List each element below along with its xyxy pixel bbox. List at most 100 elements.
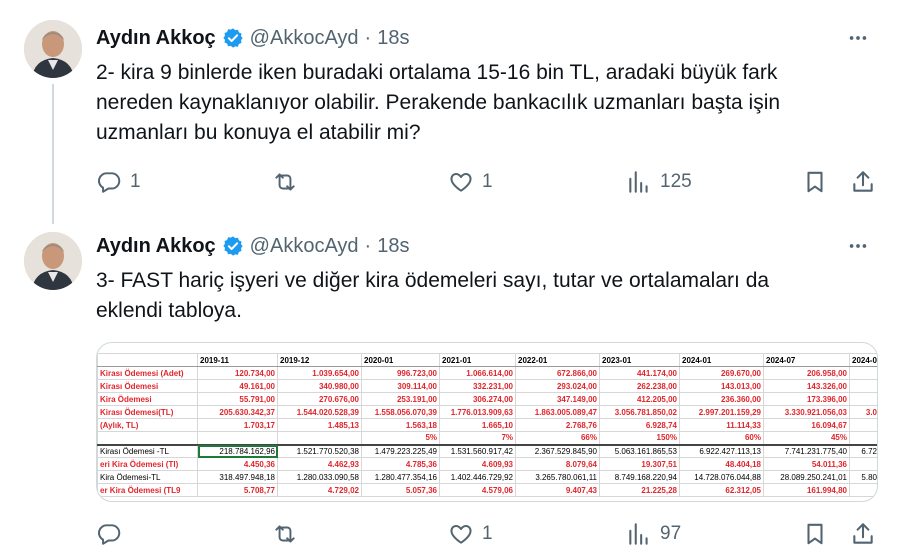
spreadsheet-cell: 4.785,36 (361, 457, 440, 471)
view-count: 125 (660, 171, 692, 192)
spreadsheet-cell: 262.238,00 (599, 379, 680, 393)
spreadsheet-cell: 1.703,17 (197, 418, 278, 432)
views-icon (629, 171, 648, 193)
share-icon (853, 171, 873, 192)
separator-dot: · (364, 26, 372, 49)
spreadsheet-header-cell: 2021-01 (439, 353, 516, 367)
spreadsheet-row-label: Kirası Ödemesi -TL (97, 444, 198, 458)
spreadsheet-cell: 318.497.948,18 (197, 470, 278, 484)
tweet[interactable]: Aydın Akkoç @AkkocAyd · 18s 3- FAST hari… (0, 222, 906, 558)
spreadsheet-cell: 5.057,36 (361, 483, 440, 497)
spreadsheet-cell: 1.776.013.909,63 (439, 405, 516, 419)
tweet[interactable]: Aydın Akkoç @AkkocAyd · 18s 2- kira 9 bi… (0, 0, 906, 224)
spreadsheet-cell: 120.734,00 (197, 366, 278, 380)
spreadsheet-cell: 28.089.250.241,01 (763, 470, 850, 484)
spreadsheet-cell: 7% (439, 431, 516, 446)
spreadsheet-cell: 9.407,43 (515, 483, 600, 497)
spreadsheet-cell: 49.161,00 (197, 379, 278, 393)
heart-icon (450, 173, 472, 192)
spreadsheet-cell: 3.0 (849, 405, 877, 419)
spreadsheet-row: (Aylık, TL) 1.703,17 1.485,13 1.563,18 1.665… (97, 418, 877, 432)
spreadsheet-row: Kirası Ödemesi 49.161,00 340.980,00 309.114… (97, 379, 877, 393)
spreadsheet-cell: 1.039.654,00 (277, 366, 362, 380)
spreadsheet-cell: 205.630.342,37 (197, 405, 278, 419)
spreadsheet-cell: 48.404,18 (679, 457, 764, 471)
bookmark-button[interactable] (802, 520, 828, 548)
more-icon[interactable] (846, 234, 870, 258)
tweet-header: Aydın Akkoç @AkkocAyd · 18s (96, 24, 409, 52)
repost-button[interactable] (272, 520, 306, 548)
spreadsheet-cell: 441.174,00 (599, 366, 680, 380)
spreadsheet-row: Kirası Ödemesi -TL 218.784.162,96 1.521.77… (97, 444, 877, 458)
spreadsheet-row-label: eri Kira Ödemesi (Tl) (97, 457, 198, 471)
spreadsheet-cell (197, 431, 278, 446)
spreadsheet-cell: 309.114,00 (361, 379, 440, 393)
spreadsheet-cell: 1.521.770.520,38 (277, 444, 362, 458)
spreadsheet-header-cell: 2019-12 (277, 353, 362, 367)
spreadsheet-row-label: er Kira Ödemesi (TL9 (97, 483, 198, 497)
author-handle[interactable]: @AkkocAyd (250, 27, 359, 50)
reply-button[interactable]: 1 (96, 168, 141, 196)
spreadsheet-row-label: (Aylık, TL) (97, 418, 198, 432)
share-button[interactable] (850, 168, 876, 196)
author-name[interactable]: Aydın Akkoç (96, 235, 216, 258)
author-avatar[interactable] (24, 20, 82, 78)
views-button[interactable]: 125 (626, 168, 692, 196)
like-button[interactable]: 1 (448, 168, 493, 196)
avatar-photo (24, 232, 82, 290)
author-avatar[interactable] (24, 232, 82, 290)
bookmark-icon (807, 171, 823, 193)
spreadsheet-cell: 16.094,67 (763, 418, 850, 432)
spreadsheet-cell: 1.544.020.528,39 (277, 405, 362, 419)
spreadsheet-row-label: Kira Ödemesi-TL (97, 470, 198, 484)
views-button[interactable]: 97 (626, 520, 681, 548)
spreadsheet-row: Kirası Ödemesi(TL) 205.630.342,37 1.544.02… (97, 405, 877, 419)
more-icon[interactable] (846, 26, 870, 50)
spreadsheet-cell: 5.708,77 (197, 483, 278, 497)
spreadsheet-cell: 293.024,00 (515, 379, 600, 393)
repost-button[interactable] (272, 168, 306, 196)
spreadsheet-cell: 306.274,00 (439, 392, 516, 406)
like-button[interactable]: 1 (448, 520, 493, 548)
spreadsheet-cell: 143.013,00 (679, 379, 764, 393)
heart-icon (450, 525, 472, 544)
spreadsheet-cell: 1.531.560.917,42 (439, 444, 516, 458)
spreadsheet-cell (849, 431, 877, 446)
spreadsheet-row: Kira Ödemesi-TL 318.497.948,18 1.280.033.0… (97, 470, 877, 484)
like-count: 1 (482, 171, 493, 192)
spreadsheet-row-label: Kirası Ödemesi (97, 379, 198, 393)
tweet-header: Aydın Akkoç @AkkocAyd · 18s (96, 232, 409, 260)
reply-button[interactable] (96, 520, 130, 548)
spreadsheet-cell (849, 483, 877, 497)
spreadsheet-cell: 3.056.781.850,02 (599, 405, 680, 419)
spreadsheet-cell: 8.749.168.220,94 (599, 470, 680, 484)
spreadsheet-cell: 3.330.921.056,03 (763, 405, 850, 419)
spreadsheet-cell (849, 392, 877, 406)
tweet-text: 2- kira 9 binlerde iken buradaki ortalam… (96, 61, 781, 144)
timestamp[interactable]: 18s (377, 27, 409, 50)
spreadsheet-cell: 1.402.446.729,92 (439, 470, 516, 484)
spreadsheet-cell (849, 418, 877, 432)
spreadsheet-cell: 269.670,00 (679, 366, 764, 380)
timestamp[interactable]: 18s (377, 235, 409, 258)
spreadsheet-cell: 173.396,00 (763, 392, 850, 406)
spreadsheet-cell: 2.768,76 (515, 418, 600, 432)
bookmark-button[interactable] (802, 168, 828, 196)
author-handle[interactable]: @AkkocAyd (250, 235, 359, 258)
spreadsheet-cell: 1.558.056.070,39 (361, 405, 440, 419)
repost-icon (275, 525, 295, 543)
share-button[interactable] (850, 520, 876, 548)
spreadsheet-cell: 5.063.161.865,53 (599, 444, 680, 458)
spreadsheet-header-cell: 2023-01 (599, 353, 680, 367)
spreadsheet-cell: 45% (763, 431, 850, 446)
spreadsheet-cell: 1.066.614,00 (439, 366, 516, 380)
spreadsheet-cell: 340.980,00 (277, 379, 362, 393)
spreadsheet-cell: 1.665,10 (439, 418, 516, 432)
spreadsheet-cell (277, 431, 362, 446)
spreadsheet-header-cell: 2019-11 (197, 353, 278, 367)
attached-image[interactable]: 2019-11 2019-12 2020-01 2021-01 2022-01 2023-… (96, 342, 878, 502)
spreadsheet-row: eri Kira Ödemesi (Tl) 4.450,36 4.462,93 4.7… (97, 457, 877, 471)
thread-line (52, 84, 54, 224)
spreadsheet-header-cell: 2024-0 (849, 353, 877, 367)
author-name[interactable]: Aydın Akkoç (96, 27, 216, 50)
